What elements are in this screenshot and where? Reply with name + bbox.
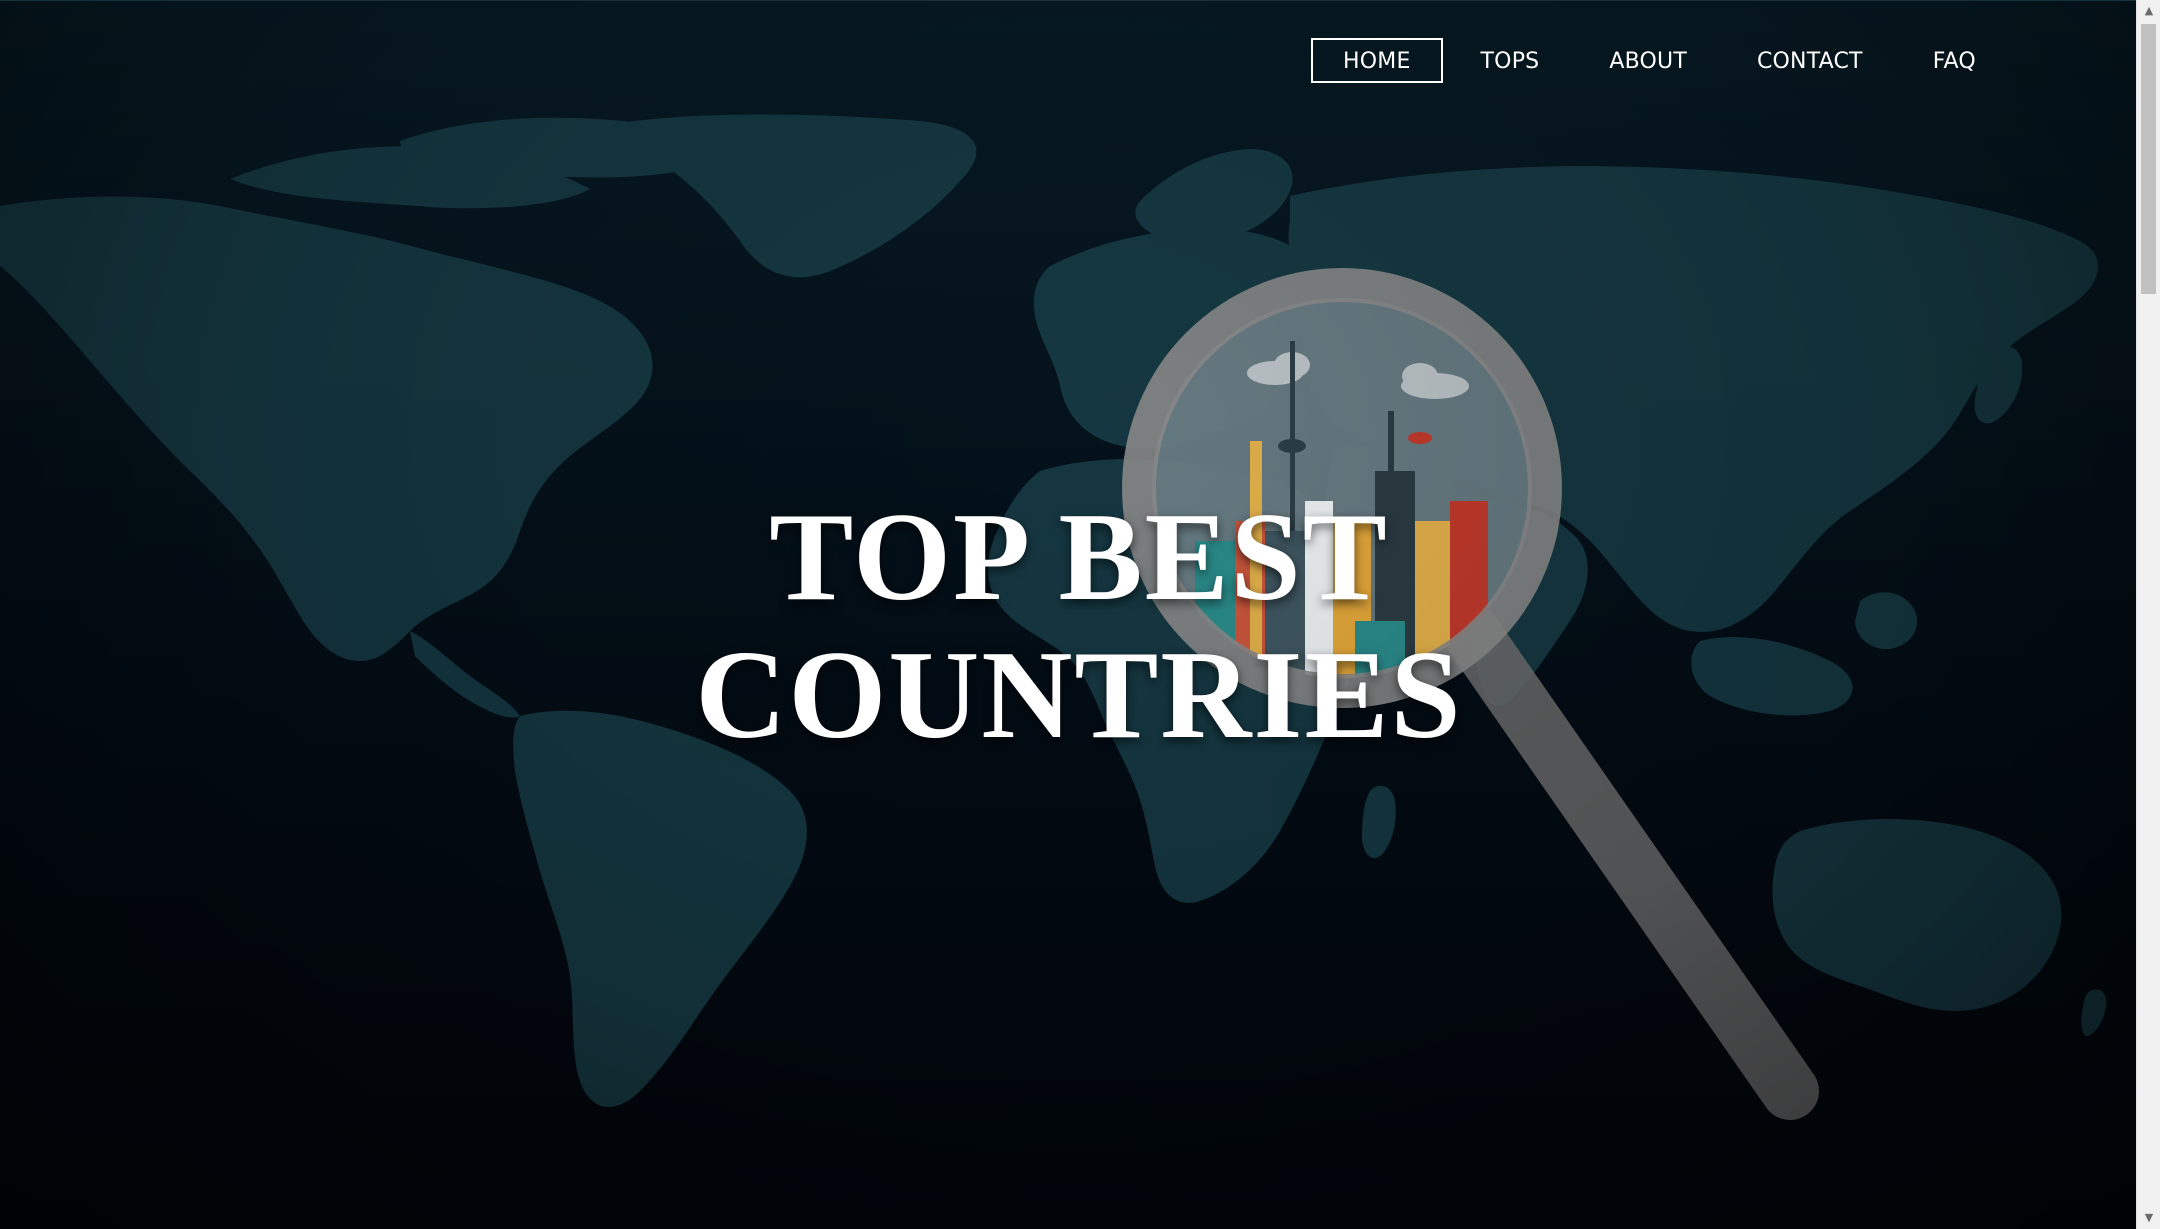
scroll-down-icon[interactable]: ▼ <box>2137 1207 2160 1229</box>
scroll-thumb[interactable] <box>2141 24 2156 294</box>
page-viewport: HOME TOPS ABOUT CONTACT FAQ TOP BEST COU… <box>0 0 2136 1229</box>
main-navigation: HOME TOPS ABOUT CONTACT FAQ <box>1311 38 2014 83</box>
nav-home[interactable]: HOME <box>1311 38 1443 83</box>
nav-about[interactable]: ABOUT <box>1577 38 1719 83</box>
scroll-up-icon[interactable]: ▲ <box>2137 0 2160 22</box>
hero-title: TOP BEST COUNTRIES <box>520 489 1638 765</box>
page-scrollbar[interactable]: ▲ ▼ <box>2136 0 2160 1229</box>
nav-contact[interactable]: CONTACT <box>1725 38 1895 83</box>
nav-tops[interactable]: TOPS <box>1449 38 1572 83</box>
hero-title-line2: COUNTRIES <box>695 626 1463 765</box>
hero-title-line1: TOP BEST <box>769 488 1389 627</box>
nav-faq[interactable]: FAQ <box>1901 38 2008 83</box>
